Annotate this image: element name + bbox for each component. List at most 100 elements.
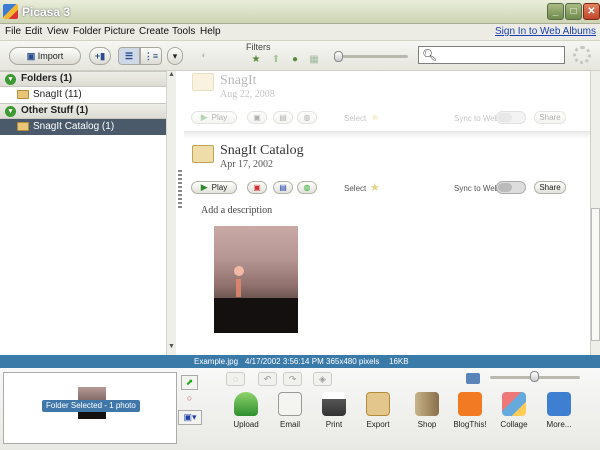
menu-bar: File Edit View Folder Picture Create Too… (0, 24, 600, 41)
search-field[interactable]: 🔍︎ (418, 46, 565, 64)
rotate-left-icon[interactable]: ↶ (258, 372, 277, 386)
menu-create[interactable]: Create (139, 26, 169, 37)
menu-folder[interactable]: Folder (73, 26, 101, 37)
status-datetime: 4/17/2002 3:56:14 PM (245, 357, 324, 366)
play-button[interactable]: ▶ Play (191, 111, 237, 124)
section-folders[interactable]: ▼ Folders (1) (0, 71, 166, 87)
slideshow-icon: ◐ (201, 50, 207, 60)
chevron-down-icon: ▾ (172, 51, 178, 61)
folder-item-snagit-catalog[interactable]: SnagIt Catalog (1) (0, 119, 166, 135)
view-options-dropdown[interactable]: ▾ (167, 47, 183, 65)
picasa-app-icon (3, 4, 18, 19)
menu-edit[interactable]: Edit (25, 26, 42, 37)
globe-button[interactable]: ◍ (297, 111, 317, 124)
play-label: Play (211, 113, 228, 122)
album-dropdown[interactable]: ▣▾ (178, 410, 202, 425)
menu-file[interactable]: File (5, 26, 21, 37)
filter-slider-handle[interactable] (334, 51, 343, 62)
list-view-icon: ☰ (124, 51, 134, 61)
folder-item-label: SnagIt Catalog (1) (33, 121, 115, 132)
status-filename: Example.jpg (194, 357, 239, 366)
menu-view[interactable]: View (47, 26, 69, 37)
printer-icon (322, 392, 346, 416)
shop-button[interactable]: Shop (403, 392, 451, 429)
play-label: Play (211, 183, 228, 192)
select-label: Select (344, 184, 367, 193)
upload-icon (234, 392, 258, 416)
export-button[interactable]: Export (354, 392, 402, 429)
collapse-icon[interactable]: ▼ (5, 74, 16, 85)
rotate-right-icon[interactable]: ↷ (283, 372, 302, 386)
thumbnail-size-icon (466, 373, 480, 384)
collage-button[interactable]: Collage (490, 392, 538, 429)
minimize-button[interactable]: _ (547, 3, 564, 20)
menu-help[interactable]: Help (200, 26, 221, 37)
share-button[interactable]: Share (534, 111, 566, 124)
sync-toggle[interactable] (496, 111, 526, 124)
import-button[interactable]: ▣ Import (9, 47, 81, 65)
status-dimensions: 365x480 pixels (326, 357, 380, 366)
menu-picture[interactable]: Picture (104, 26, 135, 37)
web-button[interactable]: ▤ (273, 181, 293, 194)
edit-button[interactable]: ▣ (247, 111, 267, 124)
panel-resize-handle[interactable] (177, 150, 183, 230)
hold-button[interactable]: ⬈ (181, 375, 198, 390)
folder-icon (17, 90, 29, 99)
web-button[interactable]: ▤ (273, 111, 293, 124)
sign-in-link[interactable]: Sign In to Web Albums (495, 26, 596, 37)
video-filter-icon[interactable]: ▦ (306, 53, 322, 66)
description-field[interactable]: Add a description (201, 205, 272, 216)
tree-view-button[interactable]: ⋮≡ (140, 47, 162, 65)
sync-label: Sync to Web (454, 114, 500, 123)
starred-filter-icon[interactable]: ★ (248, 53, 264, 66)
collapse-icon[interactable]: ▼ (5, 106, 16, 117)
people-filter-icon[interactable]: ● (287, 53, 303, 66)
globe-button[interactable]: ◍ (297, 181, 317, 194)
zoom-slider-handle[interactable] (530, 371, 539, 382)
blogthis-button[interactable]: BlogThis! (446, 392, 494, 429)
upload-button[interactable]: Upload (222, 392, 270, 429)
library-scrollbar[interactable] (590, 71, 600, 355)
search-icon: 🔍︎ (422, 48, 438, 62)
rotate-disabled-button[interactable]: ◌ (226, 372, 245, 386)
list-view-button[interactable]: ☰ (118, 47, 140, 65)
star-icon[interactable]: ★ (370, 181, 380, 194)
search-input[interactable] (437, 48, 562, 62)
slideshow-button[interactable]: ◐ (192, 47, 216, 65)
scroll-down-icon[interactable]: ▼ (167, 343, 176, 353)
tray-selection-box: Folder Selected - 1 photo (3, 372, 177, 444)
email-button[interactable]: Email (266, 392, 314, 429)
share-button[interactable]: Share (534, 181, 566, 194)
folder-icon (17, 122, 29, 131)
more-button[interactable]: More... (535, 392, 583, 429)
add-to-album-button[interactable]: +▮ (89, 47, 111, 65)
folder-item-snagit[interactable]: SnagIt (11) (0, 87, 166, 103)
section-other-stuff-label: Other Stuff (1) (21, 105, 89, 116)
folder-selected-label: Folder Selected - 1 photo (42, 400, 140, 412)
section-folders-label: Folders (1) (21, 73, 73, 84)
star-icon[interactable]: ★ (370, 111, 380, 124)
sync-toggle[interactable] (496, 181, 526, 194)
play-button[interactable]: ▶ Play (191, 181, 237, 194)
upload-filter-icon[interactable]: ⬆ (268, 53, 284, 66)
library-scrollbar-thumb[interactable] (591, 208, 600, 341)
filters-label: Filters (246, 42, 271, 52)
email-icon (278, 392, 302, 416)
maximize-button[interactable]: □ (565, 3, 582, 20)
folder-name: SnagIt Catalog (220, 143, 304, 158)
tree-view-icon: ⋮≡ (143, 51, 159, 61)
folder-icon (192, 145, 214, 163)
close-button[interactable]: ✕ (583, 3, 600, 20)
export-folder-icon (366, 392, 390, 416)
clear-button[interactable]: ○ (181, 392, 198, 407)
edit-button[interactable]: ▣ (247, 181, 267, 194)
photo-thumbnail[interactable] (214, 226, 298, 333)
menu-tools[interactable]: Tools (172, 26, 195, 37)
print-button[interactable]: Print (310, 392, 358, 429)
scroll-up-icon[interactable]: ▲ (167, 71, 176, 81)
print-label: Print (325, 420, 343, 429)
tag-button[interactable]: ◈ (313, 372, 332, 386)
folder-panel-scrollbar[interactable]: ▲ ▼ (166, 71, 176, 355)
section-other-stuff[interactable]: ▼ Other Stuff (1) (0, 103, 166, 119)
sync-label: Sync to Web (454, 184, 500, 193)
